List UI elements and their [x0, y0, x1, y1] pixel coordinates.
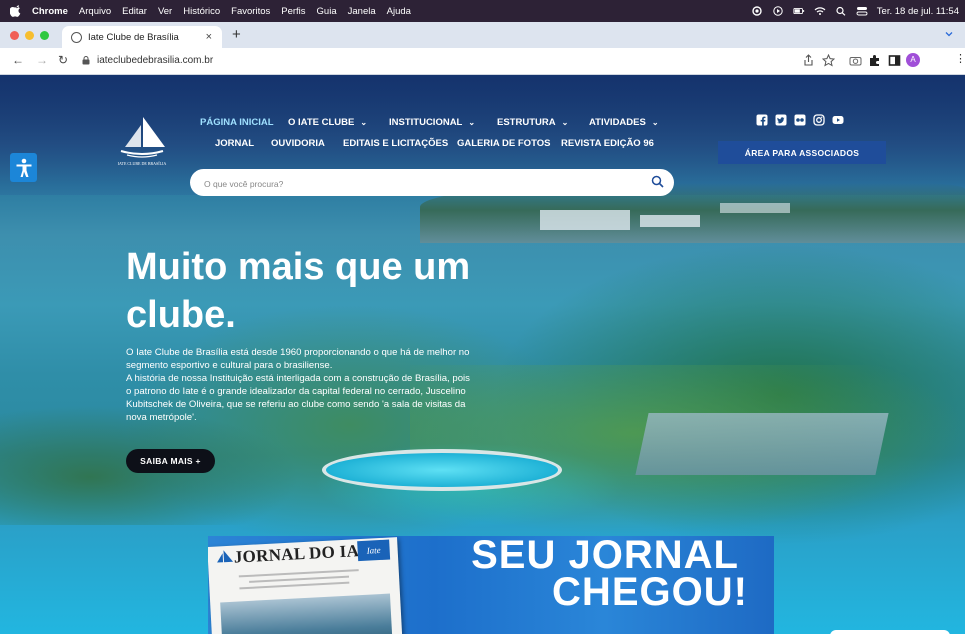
browser-menu-icon[interactable]: ⋮ [955, 52, 965, 65]
menubar-status-area: Ter. 18 de jul. 11:54 [751, 0, 959, 22]
site-search-input[interactable] [202, 175, 636, 192]
menu-favoritos[interactable]: Favoritos [231, 6, 270, 17]
youtube-icon[interactable] [832, 114, 844, 126]
menu-janela[interactable]: Janela [348, 6, 376, 17]
profile-avatar[interactable]: A [906, 53, 920, 67]
back-arrow-icon[interactable]: ← [12, 53, 24, 67]
hero-headline: Muito mais que um clube. [126, 246, 471, 336]
bookmark-star-icon[interactable] [822, 54, 835, 67]
play-circle-icon[interactable] [772, 6, 784, 16]
side-panel-icon[interactable] [888, 54, 901, 67]
nav-pagina-inicial[interactable]: PÁGINA INICIAL [200, 117, 274, 128]
chevron-down-icon: ⌄ [360, 118, 368, 127]
menu-app-name[interactable]: Chrome [32, 6, 68, 17]
nav-label: PÁGINA INICIAL [200, 117, 274, 128]
control-center-icon[interactable] [856, 6, 868, 16]
nav-jornal[interactable]: JORNAL [215, 138, 254, 149]
hero-clubhouse-roof [635, 413, 889, 475]
hero-description-p1: O Iate Clube de Brasília está desde 1960… [126, 347, 470, 371]
accessibility-icon [16, 158, 31, 177]
tab-close-icon[interactable]: × [206, 31, 212, 43]
saiba-mais-button[interactable]: SAIBA MAIS + [126, 449, 215, 473]
menubar-clock[interactable]: Ter. 18 de jul. 11:54 [877, 6, 959, 17]
nav-ouvidoria[interactable]: OUVIDORIA [271, 138, 325, 149]
site-search-bar [190, 169, 674, 196]
accessibility-button[interactable] [10, 153, 37, 182]
spotlight-search-icon[interactable] [835, 6, 847, 16]
url-text: iateclubedebrasilia.com.br [97, 55, 214, 66]
chat-widget-tab[interactable] [830, 630, 950, 634]
nav-galeria-de-fotos[interactable]: GALERIA DE FOTOS [457, 138, 550, 149]
hero-building [640, 215, 700, 227]
nav-o-iate-clube[interactable]: O IATE CLUBE ⌄ [288, 117, 367, 128]
new-tab-button[interactable]: + [232, 26, 241, 43]
logo-caption: IATE CLUBE DE BRASÍLIA [118, 161, 167, 166]
reload-icon[interactable]: ↻ [58, 53, 68, 67]
menu-perfis[interactable]: Perfis [281, 6, 305, 17]
nav-atividades[interactable]: ATIVIDADES ⌄ [589, 117, 659, 128]
browser-address-bar: ← → ↻ iateclubedebrasilia.com.br A ⋮ [0, 48, 965, 75]
menu-guia[interactable]: Guia [317, 6, 337, 17]
nav-label: ESTRUTURA [497, 117, 556, 128]
twitter-icon[interactable] [775, 114, 787, 126]
window-close-icon[interactable] [10, 31, 19, 40]
nav-revista[interactable]: REVISTA EDIÇÃO 96 [561, 138, 654, 149]
instagram-icon[interactable] [813, 114, 825, 126]
extensions-puzzle-icon[interactable] [868, 54, 881, 67]
menu-historico[interactable]: Histórico [183, 6, 220, 17]
lock-icon[interactable] [82, 56, 90, 65]
hero-pool [322, 449, 562, 491]
menu-ajuda[interactable]: Ajuda [387, 6, 411, 17]
facebook-icon[interactable] [756, 114, 768, 126]
hero-building [540, 210, 630, 230]
chevron-down-icon: ⌄ [651, 118, 659, 127]
newspaper-photo [220, 593, 393, 634]
screen-record-icon[interactable] [751, 6, 763, 16]
tab-search-chevron-icon[interactable] [943, 28, 955, 40]
search-icon[interactable] [651, 175, 664, 188]
sail-logo-icon [217, 550, 234, 563]
camera-extension-icon[interactable] [849, 54, 862, 67]
apple-icon[interactable] [10, 5, 22, 17]
menu-ver[interactable]: Ver [158, 6, 172, 17]
menu-arquivo[interactable]: Arquivo [79, 6, 111, 17]
flickr-icon[interactable] [794, 114, 806, 126]
nav-label: ATIVIDADES [589, 117, 646, 128]
browser-tab-bar: Iate Clube de Brasília × + [0, 22, 965, 48]
newspaper-mast: Iate [357, 539, 391, 562]
browser-tab-active[interactable]: Iate Clube de Brasília × [62, 26, 222, 48]
chevron-down-icon: ⌄ [561, 118, 569, 127]
hero-building [720, 203, 790, 213]
share-icon[interactable] [802, 54, 815, 67]
nav-label: O IATE CLUBE [288, 117, 355, 128]
members-area-button[interactable]: ÁREA PARA ASSOCIADOS [718, 141, 886, 164]
tab-favicon-icon [71, 31, 82, 43]
window-maximize-icon[interactable] [40, 31, 49, 40]
banner-line-2: CHEGOU! [552, 570, 748, 614]
battery-icon[interactable] [793, 6, 805, 16]
window-minimize-icon[interactable] [25, 31, 34, 40]
hero-description-p2: A história de nossa Instituição está int… [126, 373, 470, 423]
website-viewport: IATE CLUBE DE BRASÍLIA PÁGINA INICIAL O … [0, 75, 965, 634]
menu-editar[interactable]: Editar [122, 6, 147, 17]
nav-label: INSTITUCIONAL [389, 117, 463, 128]
nav-institucional[interactable]: INSTITUCIONAL ⌄ [389, 117, 475, 128]
club-logo[interactable]: IATE CLUBE DE BRASÍLIA [113, 113, 171, 168]
newspaper-image: JORNAL DO IATE Iate [208, 537, 403, 634]
hero-description: O Iate Clube de Brasília está desde 1960… [126, 346, 471, 424]
wifi-icon[interactable] [814, 6, 826, 16]
nav-editais-licitacoes[interactable]: EDITAIS E LICITAÇÕES [343, 138, 448, 149]
newspaper-text-line [239, 581, 350, 590]
tab-title: Iate Clube de Brasília [88, 31, 179, 43]
jornal-banner[interactable]: JORNAL DO IATE Iate SEU JORNAL CHEGOU! [208, 536, 774, 634]
macos-menubar: Chrome Arquivo Editar Ver Histórico Favo… [0, 0, 965, 22]
forward-arrow-icon[interactable]: → [36, 53, 48, 67]
chevron-down-icon: ⌄ [468, 118, 476, 127]
nav-estrutura[interactable]: ESTRUTURA ⌄ [497, 117, 568, 128]
